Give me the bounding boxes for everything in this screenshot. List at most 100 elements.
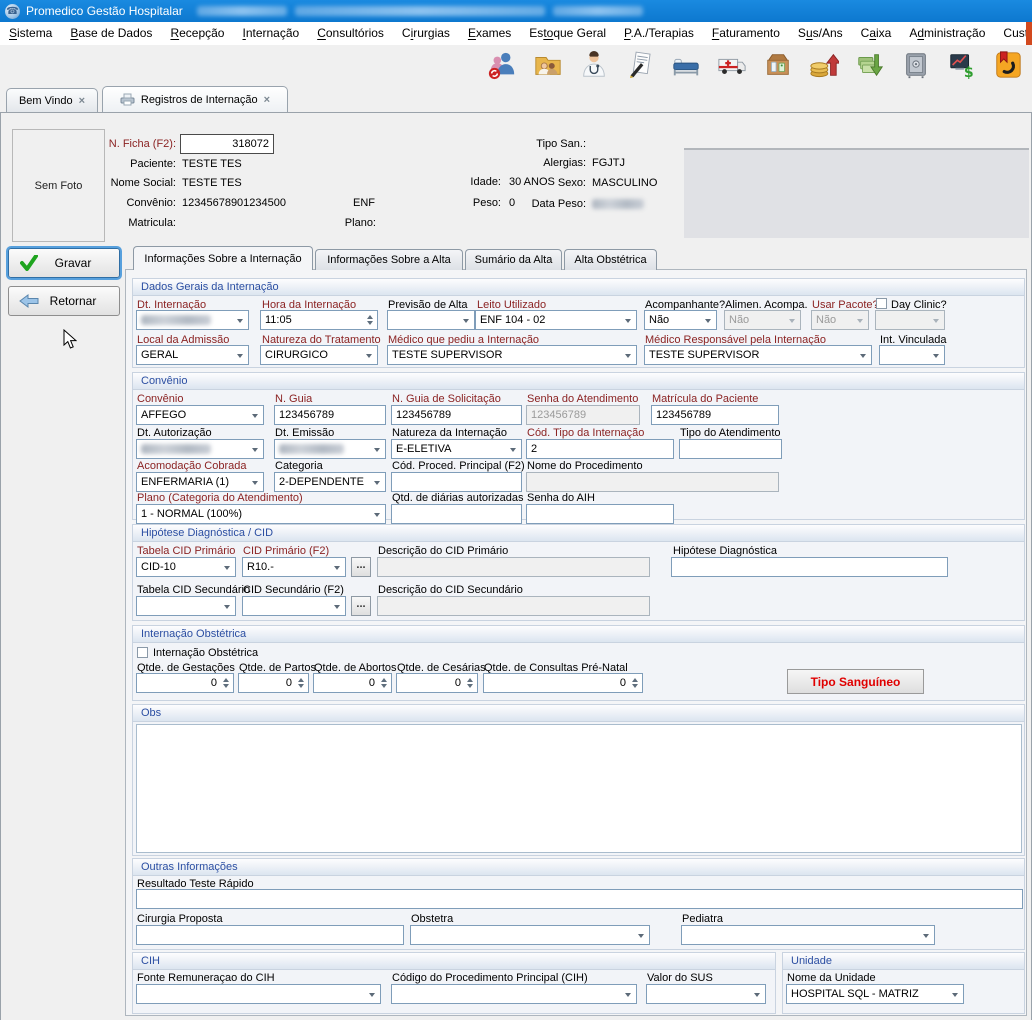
cid-primario-browse-button[interactable]: ... [351,557,371,577]
int-vinculada-select[interactable] [879,345,945,365]
plano-categoria-label: Plano (Categoria do Atendimento) [137,492,303,504]
cid-secundario-browse-button[interactable]: ... [351,596,371,616]
nome-unidade-select[interactable]: HOSPITAL SQL - MATRIZ [786,984,964,1004]
tabela-cid-primario-select[interactable]: CID-10 [136,557,236,577]
peso-label: Peso: [441,197,501,209]
toolbar-doctor-button[interactable] [576,48,612,82]
valor-sus-select[interactable] [646,984,766,1004]
codigo-procedimento-cih-select[interactable] [391,984,637,1004]
toolbar-admission-form-button[interactable] [622,48,658,82]
n-guia-label: N. Guia [275,393,312,405]
leito-select[interactable]: ENF 104 - 02 [475,310,637,330]
tabela-cid-secundario-select[interactable] [136,596,236,616]
cid-primario-select[interactable]: R10.- [242,557,346,577]
dt-internacao-select[interactable] [136,310,249,330]
usar-pacote-select[interactable]: Não [811,310,869,330]
toolbar-phone-button[interactable] [990,48,1026,82]
descricao-cid-secundario-input[interactable] [377,596,650,616]
close-icon[interactable]: × [79,95,85,107]
resultado-teste-rapido-input[interactable] [136,889,1023,909]
day-clinic-checkbox[interactable] [876,298,887,309]
obs-textarea[interactable] [136,724,1022,853]
menu-item-sus-ans[interactable]: Sus/Ans [789,22,852,45]
cirurgia-proposta-input[interactable] [136,925,404,945]
categoria-select[interactable]: 2-DEPENDENTE [274,472,386,492]
natureza-tratamento-select[interactable]: CIRURGICO [260,345,378,365]
qtde-consultas-prenatal-spinner[interactable]: 0 [483,673,643,693]
menu-item-caixa[interactable]: Caixa [852,22,901,45]
previsao-alta-select[interactable] [387,310,475,330]
hipotese-diagnostica-input[interactable] [671,557,948,577]
fonte-remuneracao-select[interactable] [136,984,381,1004]
medico-pediu-select[interactable]: TESTE SUPERVISOR [387,345,637,365]
tab-informacoes-sobre-a-alta[interactable]: Informações Sobre a Alta [315,249,463,270]
toolbar-pharmacy-button[interactable] [760,48,796,82]
toolbar-patient-records-button[interactable] [530,48,566,82]
day-clinic-select[interactable] [875,310,945,330]
n-guia-input[interactable]: 123456789 [274,405,386,425]
tab-sumario-da-alta[interactable]: Sumário da Alta [465,249,562,270]
menu-item-consultorios[interactable]: Consultórios [308,22,393,45]
dt-autorizacao-select[interactable] [136,439,264,459]
patient-records-icon [533,50,563,80]
qtd-diarias-input[interactable] [391,504,522,524]
menu-item-base-de-dados[interactable]: Base de Dados [61,22,161,45]
toolbar-hospital-bed-button[interactable] [668,48,704,82]
toolbar-billing-chart-button[interactable]: $ [944,48,980,82]
internacao-obstetrica-checkbox[interactable] [137,647,148,658]
tipo-atendimento-input[interactable] [679,439,782,459]
menu-item-cirurgias[interactable]: Cirurgias [393,22,459,45]
nome-procedimento-input[interactable] [526,472,779,492]
matricula-paciente-input[interactable]: 123456789 [651,405,779,425]
menu-item-sistema[interactable]: Sistema [0,22,61,45]
menu-item-internacao[interactable]: Internação [233,22,308,45]
qtde-gestacoes-spinner[interactable]: 0 [136,673,234,693]
menu-item-estoque-geral[interactable]: Estoque Geral [520,22,615,45]
menu-item-exames[interactable]: Exames [459,22,520,45]
phone-icon [993,50,1023,80]
plano-categoria-select[interactable]: 1 - NORMAL (100%) [136,504,386,524]
qtde-partos-spinner[interactable]: 0 [238,673,309,693]
toolbar-ambulance-button[interactable] [714,48,750,82]
convenio-select[interactable]: AFFEGO [136,405,264,425]
save-button[interactable]: Gravar [8,248,120,278]
qtde-abortos-spinner[interactable]: 0 [313,673,392,693]
local-admissao-select[interactable]: GERAL [136,345,249,365]
menu-item-faturamento[interactable]: Faturamento [703,22,789,45]
dt-emissao-select[interactable] [274,439,386,459]
tab-alta-obstetrica[interactable]: Alta Obstétrica [564,249,657,270]
menu-item-administracao[interactable]: Administração [900,22,994,45]
convenio-value: 12345678901234500 [182,197,286,209]
pediatra-select[interactable] [681,925,935,945]
toolbar-patient-sync-button[interactable] [484,48,520,82]
qtde-cesarias-spinner[interactable]: 0 [396,673,478,693]
senha-atendimento-input[interactable]: 123456789 [526,405,640,425]
valor-sus-label: Valor do SUS [647,972,713,984]
tab-informacoes-sobre-a-internacao[interactable]: Informações Sobre a Internação [133,246,313,270]
cod-tipo-internacao-input[interactable]: 2 [526,439,674,459]
toolbar-revenue-up-button[interactable] [806,48,842,82]
toolbar-safe-button[interactable] [898,48,934,82]
ficha-input[interactable]: 318072 [180,134,274,154]
natureza-internacao-select[interactable]: E-ELETIVA [391,439,522,459]
tab-bem-vindo[interactable]: Bem Vindo × [6,88,98,112]
senha-aih-input[interactable] [526,504,674,524]
medico-responsavel-select[interactable]: TESTE SUPERVISOR [644,345,872,365]
close-icon[interactable]: × [264,94,270,106]
acomodacao-cobrada-select[interactable]: ENFERMARIA (1) [136,472,264,492]
obstetra-select[interactable] [410,925,650,945]
alimen-acompa-select[interactable]: Não [724,310,801,330]
descricao-cid-primario-input[interactable] [377,557,650,577]
return-button[interactable]: Retornar [8,286,120,316]
tab-registros-de-internacao[interactable]: Registros de Internação × [102,86,288,112]
redacted-title-text [295,6,545,16]
hora-internacao-spinner[interactable]: 11:05 [260,310,378,330]
toolbar-expense-down-button[interactable] [852,48,888,82]
menu-item-pa-terapias[interactable]: P.A./Terapias [615,22,703,45]
cid-secundario-select[interactable] [242,596,346,616]
n-guia-solicitacao-input[interactable]: 123456789 [391,405,522,425]
tipo-sanguineo-button[interactable]: Tipo Sanguíneo [787,669,924,694]
cod-proced-principal-input[interactable] [391,472,522,492]
acompanhante-select[interactable]: Não [644,310,717,330]
menu-item-recepcao[interactable]: Recepção [161,22,233,45]
